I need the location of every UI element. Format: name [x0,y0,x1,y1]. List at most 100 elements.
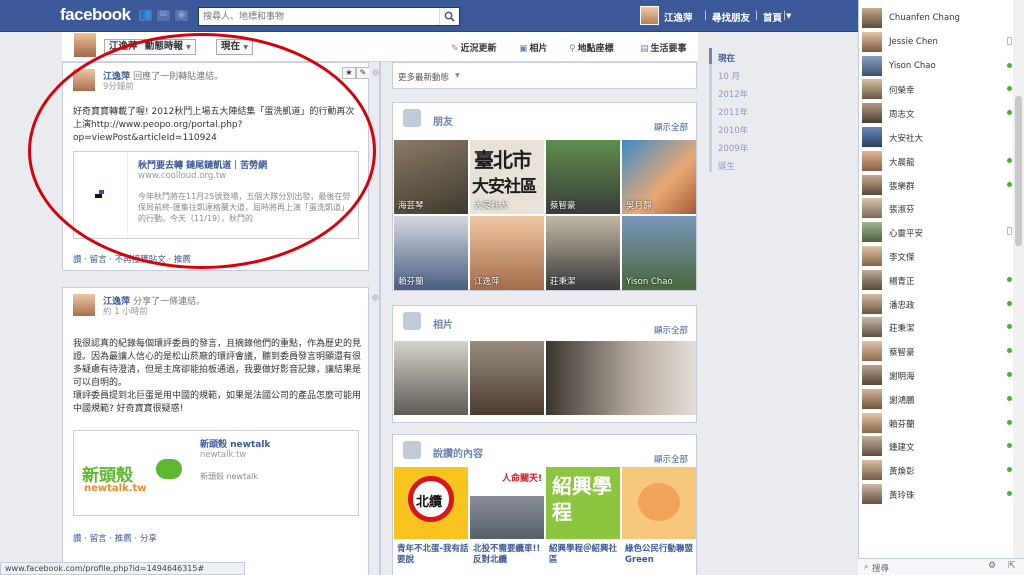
tab-life-event[interactable]: ▤ 生活要事 [640,41,687,54]
liked-page-tile[interactable] [622,467,696,539]
panel-title[interactable]: 相片 [433,316,453,331]
year-item[interactable]: 10 月 [718,70,740,82]
post-timestamp[interactable]: 約 1 小時前 [103,305,148,317]
chat-scrollbar-thumb[interactable] [1015,96,1022,246]
facebook-logo[interactable]: facebook [60,5,131,25]
photo-thumbnail[interactable] [546,341,696,415]
friend-requests-icon[interactable]: 👥 [139,10,152,21]
popout-icon[interactable]: ⇱ [1008,561,1016,571]
chat-contact-name: 黃玲珠 [889,491,915,501]
liked-page-caption[interactable]: 紹興學程＠紹興社區 [549,544,623,566]
avatar[interactable] [73,294,95,316]
chat-contact[interactable]: 潘忠政 [862,292,1012,314]
liked-page-caption[interactable]: 北投不需要纜車!! 反對北纜 [473,544,547,566]
timeline-post: 江逸萍 分享了一條連結。 約 1 小時前 我很認真的紀錄每個環評委員的發言，且摘… [62,287,369,575]
chat-contact[interactable]: Jessie Chen [862,30,1012,52]
friend-tile[interactable]: 賴芬蘭 [394,216,468,290]
friend-tile[interactable]: 吳月靜 [622,140,696,214]
pin-icon: ⚲ [569,44,576,54]
chat-contact[interactable]: 鍾建文 [862,434,1012,457]
friend-tile[interactable]: 海芸琴 [394,140,468,214]
notifications-icon[interactable]: ◉ [175,10,188,21]
year-item[interactable]: 2010年 [718,124,748,136]
chat-contact[interactable]: 莊秉潔 [862,315,1012,338]
chat-contact-name: 賴芬蘭 [889,419,915,430]
tab-place[interactable]: ⚲ 地點座標 [569,41,614,54]
year-item[interactable]: 誕生 [718,160,735,172]
chat-contact[interactable]: 謝明海 [862,363,1012,385]
see-all-link[interactable]: 顯示全部 [654,121,688,133]
chat-contact[interactable]: 何榮幸 [862,77,1012,100]
account-menu-chevron-down-icon[interactable]: ▼ [786,12,791,20]
chat-contact[interactable]: 張淑芬 [862,196,1012,219]
year-item[interactable]: 2012年 [718,88,748,100]
friend-tile[interactable]: 江逸萍 [470,216,544,290]
search-input[interactable] [199,8,439,25]
chat-contact[interactable]: 李文傑 [862,244,1012,266]
chat-contact[interactable]: 周志文 [862,101,1012,124]
avatar[interactable] [640,6,659,25]
friend-tile[interactable]: 莊秉潔 [546,216,620,290]
link-title[interactable]: 新頭殼 newtalk [200,437,270,450]
photo-icon: ▣ [519,44,528,54]
year-item[interactable]: 2011年 [718,106,748,118]
chat-contact[interactable]: Chuanfen Chang [862,6,1012,28]
find-friends-link[interactable]: 尋找朋友 [712,10,750,24]
photo-thumbnail[interactable] [394,341,468,415]
chat-search-bar: ⌕ 搜尋 ⚙ ⇱ [858,558,1024,575]
avatar [862,174,882,195]
online-status-icon [1007,300,1012,306]
liked-page-tile[interactable]: 北纜 [394,467,468,539]
avatar [862,103,882,124]
timeline-owner-avatar[interactable] [74,33,96,57]
home-link[interactable]: 首頁 [763,10,782,24]
chat-contact[interactable]: Yison Chao [862,54,1012,76]
liked-page-caption[interactable]: 綠色公民行動聯盟Green [625,544,699,566]
year-item[interactable]: 2009年 [718,142,748,154]
messages-icon[interactable]: ✉ [157,10,170,21]
avatar [862,484,882,504]
chat-scrollbar[interactable] [1013,0,1024,558]
photo-thumbnail[interactable] [470,341,544,415]
liked-page-tile[interactable]: 人命關天! [470,467,544,539]
chat-contact[interactable]: 楊青正 [862,268,1012,290]
tab-photo[interactable]: ▣ 相片 [519,41,548,54]
search-button[interactable] [439,8,459,25]
see-all-link[interactable]: 顯示全部 [654,324,688,336]
panel-title[interactable]: 朋友 [433,113,453,128]
chat-contact[interactable]: 賴芬蘭 [862,411,1012,433]
chat-contact[interactable]: 謝鴻鵬 [862,387,1012,409]
liked-page-caption[interactable]: 青年不北蛋-我有話要說 [397,544,471,566]
chat-contact[interactable]: 大晨龍 [862,149,1012,171]
star-icon[interactable]: ★ [342,67,356,79]
chat-contact[interactable]: 黃煥彰 [862,458,1012,481]
chevron-down-icon[interactable]: ▼ [455,72,460,79]
link-preview[interactable]: 新頭殼 newtalk.tw 新頭殼 newtalk newtalk.tw 新頭… [73,430,359,516]
tab-status-update[interactable]: ✎ 近況更新 [451,41,497,54]
chat-contact[interactable]: 大安社大 [862,125,1012,147]
gear-icon[interactable]: ⚙ [988,561,996,571]
face-logo-icon [638,483,680,521]
avatar [862,341,882,362]
chat-contact-name: 鍾建文 [889,443,915,454]
friend-tile[interactable]: Yison Chao [622,216,696,290]
post-action-links[interactable]: 讚 · 留言 · 推薦 · 分享 [73,532,157,544]
friend-tile[interactable]: 臺北市 大安社區 大安社大 [470,140,544,214]
chat-contact-name: Yison Chao [889,60,936,71]
chat-contact[interactable]: 蔡智豪 [862,339,1012,362]
see-all-link[interactable]: 顯示全部 [654,453,688,465]
panel-title[interactable]: 說讚的內容 [433,445,483,460]
online-status-icon [1007,491,1012,496]
year-item-now[interactable]: 現在 [718,52,735,64]
chat-search-input[interactable]: 搜尋 [872,562,889,574]
chat-contact-name: 莊秉潔 [889,324,915,335]
profile-link[interactable]: 江逸萍 [664,10,693,24]
chat-contact[interactable]: 黃玲珠 [862,482,1012,504]
chat-contact[interactable]: 心靈平安 [862,220,1012,243]
friend-tile[interactable]: 蔡智豪 [546,140,620,214]
edit-icon[interactable]: ✎ [356,67,370,79]
liked-page-tile[interactable]: 紹興學程 [546,467,620,539]
chat-contact[interactable]: 張樂群 [862,173,1012,195]
more-stories-label[interactable]: 更多最新動態 [398,71,449,83]
annotation-circle [28,33,376,269]
